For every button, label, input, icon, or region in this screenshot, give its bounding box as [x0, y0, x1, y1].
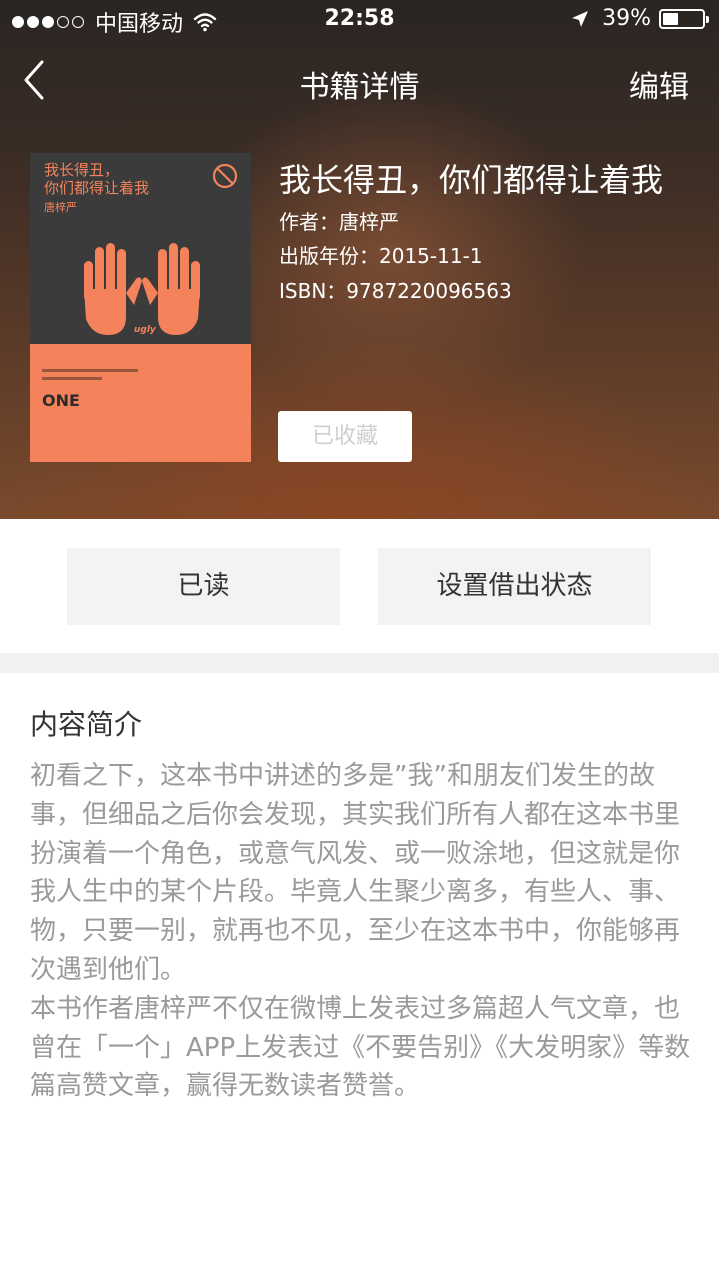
battery-fill — [663, 12, 678, 25]
book-cover: 我长得丑， 你们都得让着我 唐梓严 ugly ONE — [30, 153, 251, 462]
mark-read-button[interactable]: 已读 — [67, 548, 340, 625]
cover-title: 我长得丑， 你们都得让着我 — [44, 161, 149, 197]
cover-text-line — [42, 377, 102, 380]
edit-button[interactable]: 编辑 — [629, 62, 689, 106]
book-author: 作者：唐梓严 — [279, 210, 399, 234]
battery-nub — [706, 15, 709, 23]
status-bar: 中国移动 22:58 39% — [0, 0, 719, 40]
cover-ugly-label: ugly — [134, 325, 156, 335]
prohibited-icon — [212, 163, 238, 189]
action-bar: 已读 设置借出状态 — [0, 519, 719, 653]
set-lend-status-button[interactable]: 设置借出状态 — [378, 548, 651, 625]
book-publish-year: 出版年份：2015-11-1 — [279, 244, 483, 268]
page-title: 书籍详情 — [299, 70, 420, 105]
section-divider — [0, 653, 719, 673]
intro-heading: 内容简介 — [30, 708, 143, 741]
collected-button[interactable]: 已收藏 — [278, 411, 412, 462]
battery-percent: 39% — [602, 6, 651, 31]
book-title: 我长得丑，你们都得让着我 — [279, 161, 664, 199]
battery-icon — [659, 8, 709, 29]
book-header-background: 中国移动 22:58 39% 书籍详情 编辑 我长得丑， 你们都得让着我 唐梓严… — [0, 0, 719, 519]
nav-bar: 书籍详情 编辑 — [0, 50, 719, 110]
cover-decorative-text — [42, 369, 138, 385]
raised-hands-icon — [84, 243, 200, 335]
cover-text-line — [42, 369, 138, 372]
intro-body: 初看之下，这本书中讲述的多是”我”和朋友们发生的故事，但细品之后你会发现，其实我… — [30, 761, 691, 1102]
cover-title-line: 你们都得让着我 — [44, 179, 150, 197]
location-arrow-icon — [572, 10, 589, 27]
cover-author: 唐梓严 — [44, 201, 77, 214]
status-right: 39% — [570, 6, 709, 31]
cover-title-line: 我长得丑， — [44, 161, 120, 179]
book-isbn: ISBN：9787220096563 — [279, 279, 512, 303]
cover-one-label: ONE — [42, 391, 80, 410]
